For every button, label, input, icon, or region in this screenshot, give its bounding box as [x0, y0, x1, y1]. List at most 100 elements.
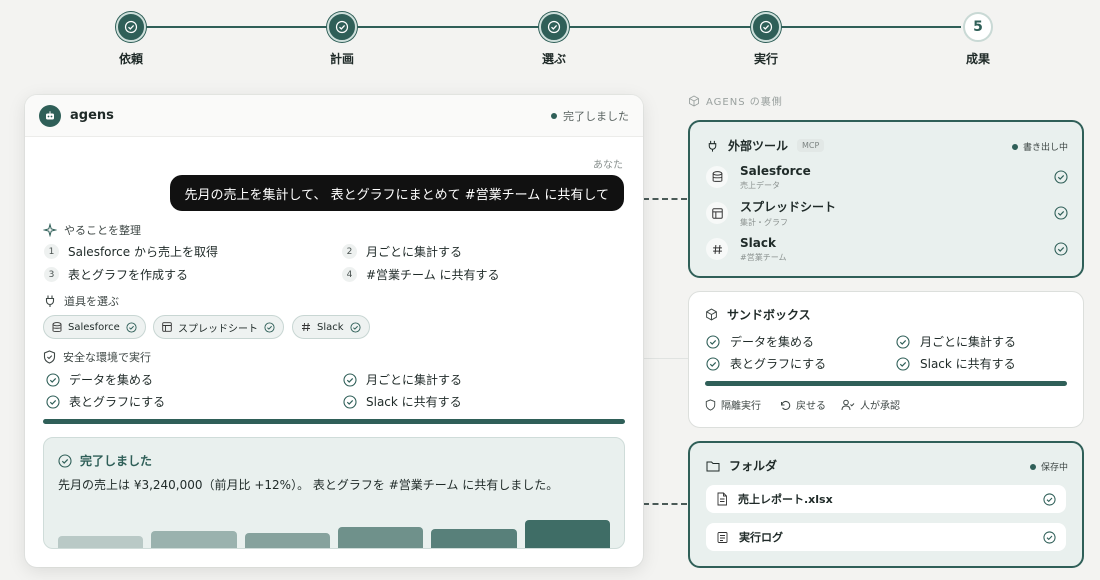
folder-panel: フォルダ 保存中 売上レポート.xlsx 実行ログ [688, 441, 1084, 568]
mini-bar [244, 533, 330, 548]
result-title: 完了しました [58, 452, 152, 469]
hash-icon [706, 238, 728, 260]
connector-line [643, 503, 687, 505]
sandbox-item: Slack に共有する [896, 355, 1016, 372]
sender-label: あなた [593, 160, 623, 171]
log-icon [717, 531, 728, 543]
tools-section-title: 道具を選ぶ [43, 293, 119, 309]
plan-task: 3 表とグラフを作成する [44, 266, 188, 283]
plan-task: 4 #営業チーム に共有する [342, 266, 500, 283]
agent-chat-card: agens 完了しました あなた 先月の売上を集計して、 表とグラフにまとめて … [25, 95, 643, 567]
table-icon [706, 202, 728, 224]
mini-bar [58, 535, 144, 548]
check-icon [264, 321, 275, 333]
undo-icon [781, 400, 791, 410]
database-icon [52, 321, 62, 332]
backside-label: AGENS の裏側 [688, 93, 783, 108]
panel-title: サンドボックス [705, 306, 811, 323]
user-check-icon [841, 399, 855, 410]
check-icon [343, 372, 357, 387]
sandbox-item: 月ごとに集計する [896, 333, 1016, 350]
check-icon [539, 12, 569, 42]
step-plan[interactable]: 計画 [282, 12, 402, 67]
tool-row-spreadsheet[interactable]: スプレッドシート 集計・グラフ [706, 197, 1068, 229]
cube-icon [706, 308, 717, 321]
plan-task: 1 Salesforce から売上を取得 [44, 243, 218, 260]
hash-icon [302, 322, 310, 332]
sandbox-item: データを集める [706, 333, 814, 350]
check-icon [46, 394, 60, 409]
human-approval-label: 人が承認 [841, 397, 900, 412]
app-name: agens [70, 108, 114, 123]
check-icon [896, 356, 910, 371]
step-label: 依頼 [118, 52, 143, 66]
panel-title: フォルダ [706, 457, 777, 474]
step-result[interactable]: 5 成果 [918, 12, 1038, 67]
sandbox-progress-bar [705, 381, 1067, 386]
check-icon [343, 394, 357, 409]
execute-item: 月ごとに集計する [343, 371, 462, 388]
mini-bar [151, 531, 237, 548]
step-number: 5 [963, 12, 993, 42]
check-icon [706, 334, 720, 349]
file-icon [717, 492, 727, 506]
tool-chip-salesforce[interactable]: Salesforce [43, 315, 146, 339]
check-icon [706, 356, 720, 371]
step-label: 計画 [329, 52, 354, 66]
cube-icon [689, 94, 699, 107]
status-dot [551, 112, 557, 119]
check-icon [126, 321, 137, 333]
mini-bar [431, 528, 517, 548]
result-summary: 先月の売上は ¥3,240,000（前月比 +12%）。 表とグラフを #営業チ… [58, 478, 559, 492]
execute-progress-bar [43, 419, 625, 424]
check-icon [1043, 530, 1056, 544]
step-choose[interactable]: 選ぶ [494, 12, 614, 67]
mini-bar [524, 520, 610, 548]
step-request[interactable]: 依頼 [71, 12, 191, 67]
user-message: 先月の売上を集計して、 表とグラフにまとめて #営業チーム に共有して [169, 175, 624, 211]
step-execute[interactable]: 実行 [706, 12, 826, 67]
panel-title: 外部ツール MCP [706, 137, 825, 154]
sandbox-item: 表とグラフにする [706, 355, 826, 372]
check-icon [1054, 170, 1068, 184]
check-icon [896, 334, 910, 349]
table-icon [162, 322, 172, 332]
status-text: 完了しました [563, 109, 629, 123]
external-tools-panel: 外部ツール MCP 書き出し中 Salesforce 売上データ スプレッドシート… [688, 120, 1084, 278]
tool-chip-slack[interactable]: Slack [292, 315, 370, 339]
check-icon [1043, 492, 1056, 506]
execute-item: Slack に共有する [343, 393, 462, 410]
check-icon [1054, 206, 1068, 220]
file-row-report[interactable]: 売上レポート.xlsx [706, 485, 1066, 513]
result-mini-chart [58, 516, 610, 548]
bot-icon [39, 104, 61, 127]
divider [643, 358, 688, 359]
plug-icon [45, 295, 55, 307]
check-icon [751, 12, 781, 42]
plug-icon [708, 140, 717, 152]
mcp-tag: MCP [797, 139, 825, 152]
shield-icon [43, 350, 56, 364]
status-badge: 書き出し中 [1011, 140, 1068, 153]
check-icon [327, 12, 357, 42]
folder-icon [706, 461, 720, 471]
status-badge: 保存中 [1029, 460, 1068, 473]
undo-label: 戻せる [779, 397, 826, 412]
mini-bar [338, 526, 424, 548]
tool-row-slack[interactable]: Slack #営業チーム [706, 233, 1068, 265]
sparkle-icon [43, 223, 57, 237]
isolated-run-label: 隔離実行 [705, 397, 761, 412]
tool-row-salesforce[interactable]: Salesforce 売上データ [706, 161, 1068, 193]
step-label: 選ぶ [541, 52, 566, 66]
check-icon [350, 321, 361, 333]
step-label: 実行 [753, 52, 778, 66]
tool-chip-spreadsheet[interactable]: スプレッドシート [153, 315, 284, 339]
plan-section-title: やることを整理 [43, 222, 141, 238]
check-icon [58, 453, 72, 468]
check-icon [46, 372, 60, 387]
status-badge: 完了しました [551, 108, 629, 124]
file-row-log[interactable]: 実行ログ [706, 523, 1066, 551]
database-icon [706, 166, 728, 188]
step-label: 成果 [965, 52, 990, 66]
result-panel: 完了しました 先月の売上は ¥3,240,000（前月比 +12%）。 表とグラ… [43, 437, 625, 549]
